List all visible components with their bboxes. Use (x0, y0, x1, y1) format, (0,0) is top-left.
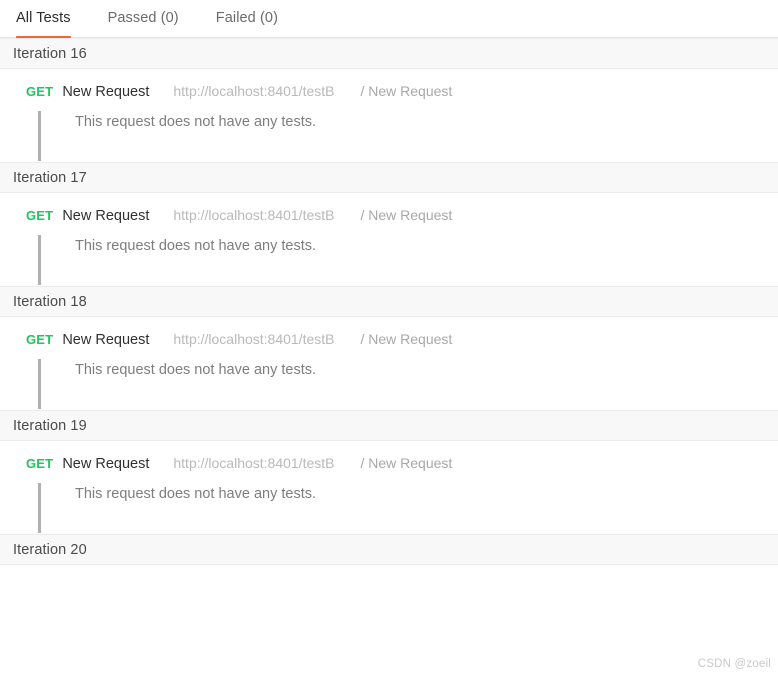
request-row[interactable]: GET New Request http://localhost:8401/te… (0, 317, 778, 348)
request-row[interactable]: GET New Request http://localhost:8401/te… (0, 193, 778, 224)
request-method: GET (26, 208, 54, 223)
iteration-block: Iteration 17 GET New Request http://loca… (0, 162, 778, 286)
iteration-header[interactable]: Iteration 18 (0, 286, 778, 317)
iteration-title: Iteration 17 (13, 169, 87, 186)
no-tests-container: This request does not have any tests. (0, 348, 778, 410)
no-tests-container: This request does not have any tests. (0, 224, 778, 286)
request-path: / New Request (360, 331, 453, 347)
test-results-list[interactable]: Iteration 16 GET New Request http://loca… (0, 38, 778, 679)
no-tests-container: This request does not have any tests. (0, 100, 778, 162)
iteration-header[interactable]: Iteration 20 (0, 534, 778, 565)
request-url: http://localhost:8401/testB (173, 207, 335, 223)
no-tests-message: This request does not have any tests. (75, 238, 316, 254)
iteration-block: Iteration 20 (0, 534, 778, 565)
iteration-block: Iteration 16 GET New Request http://loca… (0, 38, 778, 162)
iteration-title: Iteration 19 (13, 417, 87, 434)
tab-passed[interactable]: Passed (0) (108, 0, 179, 26)
request-path: / New Request (360, 455, 453, 471)
indent-bar (38, 235, 41, 285)
request-row[interactable]: GET New Request http://localhost:8401/te… (0, 69, 778, 100)
request-url: http://localhost:8401/testB (173, 455, 335, 471)
tab-failed[interactable]: Failed (0) (216, 0, 278, 26)
test-results-tabbar: All Tests Passed (0) Failed (0) (0, 0, 778, 39)
no-tests-message: This request does not have any tests. (75, 114, 316, 130)
tab-passed-label: Passed (0) (107, 10, 179, 26)
iteration-title: Iteration 20 (13, 541, 87, 558)
no-tests-container: This request does not have any tests. (0, 472, 778, 534)
tab-all-tests-label: All Tests (16, 10, 71, 26)
iteration-header[interactable]: Iteration 19 (0, 410, 778, 441)
indent-bar (38, 359, 41, 409)
request-path: / New Request (360, 207, 453, 223)
iteration-header[interactable]: Iteration 17 (0, 162, 778, 193)
request-method: GET (26, 332, 54, 347)
tab-failed-label: Failed (0) (215, 10, 278, 26)
tab-all-tests[interactable]: All Tests (16, 0, 71, 39)
request-name: New Request (62, 84, 150, 100)
iteration-title: Iteration 18 (13, 293, 87, 310)
request-name: New Request (62, 456, 150, 472)
request-name: New Request (62, 208, 150, 224)
no-tests-message: This request does not have any tests. (75, 362, 316, 378)
iteration-header[interactable]: Iteration 16 (0, 38, 778, 69)
request-url: http://localhost:8401/testB (173, 83, 335, 99)
request-method: GET (26, 84, 54, 99)
no-tests-message: This request does not have any tests. (75, 486, 316, 502)
request-name: New Request (62, 332, 150, 348)
request-path: / New Request (360, 83, 453, 99)
iteration-block: Iteration 19 GET New Request http://loca… (0, 410, 778, 534)
request-method: GET (26, 456, 54, 471)
iteration-title: Iteration 16 (13, 45, 87, 62)
request-url: http://localhost:8401/testB (173, 331, 335, 347)
request-row[interactable]: GET New Request http://localhost:8401/te… (0, 441, 778, 472)
indent-bar (38, 483, 41, 533)
indent-bar (38, 111, 41, 161)
iteration-block: Iteration 18 GET New Request http://loca… (0, 286, 778, 410)
